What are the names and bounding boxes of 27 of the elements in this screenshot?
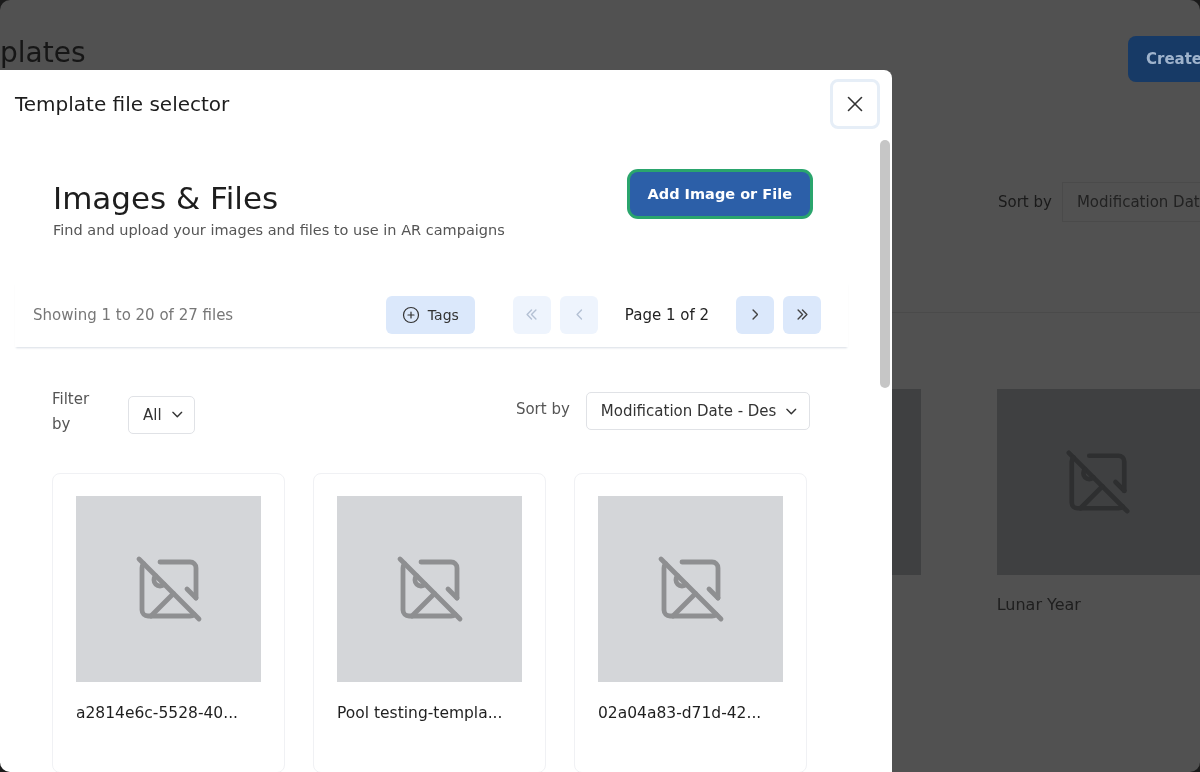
chevron-down-icon bbox=[171, 411, 183, 418]
sort-label: Sort by bbox=[998, 193, 1052, 211]
dialog-title: Template file selector bbox=[15, 92, 230, 116]
filter-dropdown[interactable]: All bbox=[128, 395, 196, 434]
page-title: plates bbox=[0, 38, 86, 68]
double-chevron-left-icon bbox=[526, 309, 538, 320]
chevron-down-icon bbox=[786, 407, 798, 415]
chevron-right-icon bbox=[751, 309, 759, 320]
section-heading: Images & Files bbox=[53, 180, 280, 216]
file-name: 02a04a83-d71d-42... bbox=[598, 704, 763, 722]
sort-label: Sort by bbox=[515, 399, 570, 418]
tags-button[interactable]: Tags bbox=[385, 295, 475, 334]
add-file-button[interactable]: Add Image or File bbox=[629, 172, 810, 216]
page-indicator: Page 1 of 2 bbox=[624, 305, 709, 324]
next-page-button[interactable] bbox=[736, 295, 774, 334]
sort-dropdown[interactable]: Modification Date - Des bbox=[585, 392, 810, 430]
close-button[interactable] bbox=[830, 79, 880, 129]
chevron-left-icon bbox=[575, 309, 583, 320]
last-page-button[interactable] bbox=[783, 295, 821, 334]
double-chevron-right-icon bbox=[796, 309, 808, 320]
file-name: a2814e6c-5528-40... bbox=[76, 704, 239, 722]
plus-icon bbox=[401, 305, 420, 324]
filter-label: Filter by bbox=[52, 389, 91, 435]
scrollbar-thumb[interactable] bbox=[880, 140, 890, 388]
section-subtitle: Find and upload your images and files to use in AR campaigns bbox=[53, 222, 505, 238]
results-summary: Showing 1 to 20 of 27 files bbox=[33, 305, 235, 324]
file-name: Pool testing-templa... bbox=[337, 704, 504, 722]
